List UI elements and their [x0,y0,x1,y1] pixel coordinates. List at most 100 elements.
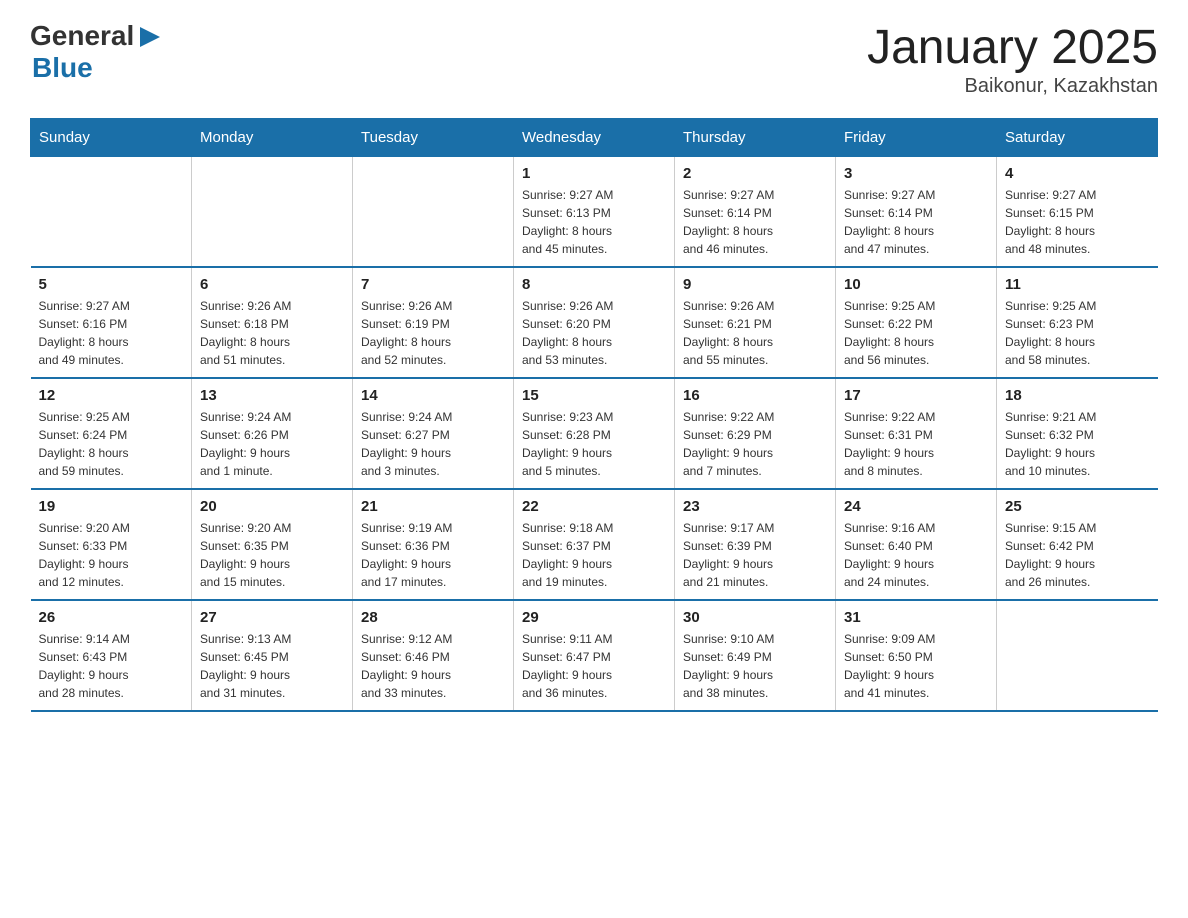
day-number: 15 [522,387,666,404]
day-number: 26 [39,609,184,626]
week-row-4: 19 Sunrise: 9:20 AMSunset: 6:33 PMDayligh… [31,489,1158,600]
column-header-friday: Friday [836,119,997,157]
calendar-cell: 22Sunrise: 9:18 AMSunset: 6:37 PMDayligh… [514,489,675,600]
calendar-cell [997,600,1158,711]
calendar-cell: 19 Sunrise: 9:20 AMSunset: 6:33 PMDayligh… [31,489,192,600]
day-number: 11 [1005,276,1150,293]
day-number: 12 [39,387,184,404]
day-number: 25 [1005,498,1150,515]
day-info: Sunrise: 9:16 AMSunset: 6:40 PMDaylight:… [844,519,988,591]
calendar-cell [31,157,192,268]
day-number: 14 [361,387,505,404]
day-info: Sunrise: 9:18 AMSunset: 6:37 PMDaylight:… [522,519,666,591]
title-section: January 2025 Baikonur, Kazakhstan [867,20,1158,98]
calendar-cell: 1 Sunrise: 9:27 AMSunset: 6:13 PMDaylight… [514,157,675,268]
column-header-thursday: Thursday [675,119,836,157]
calendar-cell: 8Sunrise: 9:26 AMSunset: 6:20 PMDaylight… [514,267,675,378]
day-number: 17 [844,387,988,404]
week-row-1: 1 Sunrise: 9:27 AMSunset: 6:13 PMDaylight… [31,157,1158,268]
day-info: Sunrise: 9:17 AMSunset: 6:39 PMDaylight:… [683,519,827,591]
day-info: Sunrise: 9:27 AMSunset: 6:14 PMDaylight:… [844,186,988,258]
calendar-cell: 27Sunrise: 9:13 AMSunset: 6:45 PMDayligh… [192,600,353,711]
calendar-cell: 31Sunrise: 9:09 AMSunset: 6:50 PMDayligh… [836,600,997,711]
calendar-cell: 2 Sunrise: 9:27 AMSunset: 6:14 PMDaylight… [675,157,836,268]
day-info: Sunrise: 9:25 AMSunset: 6:24 PMDaylight:… [39,408,184,480]
day-number: 30 [683,609,827,626]
day-number: 27 [200,609,344,626]
day-info: Sunrise: 9:27 AMSunset: 6:16 PMDaylight:… [39,297,184,369]
day-number: 4 [1005,165,1150,182]
calendar-cell: 14 Sunrise: 9:24 AMSunset: 6:27 PMDayligh… [353,378,514,489]
day-info: Sunrise: 9:24 AMSunset: 6:27 PMDaylight:… [361,408,505,480]
day-info: Sunrise: 9:27 AMSunset: 6:14 PMDaylight:… [683,186,827,258]
calendar-cell: 9 Sunrise: 9:26 AMSunset: 6:21 PMDaylight… [675,267,836,378]
calendar-table: SundayMondayTuesdayWednesdayThursdayFrid… [30,118,1158,712]
day-info: Sunrise: 9:27 AMSunset: 6:15 PMDaylight:… [1005,186,1150,258]
column-header-tuesday: Tuesday [353,119,514,157]
day-info: Sunrise: 9:27 AMSunset: 6:13 PMDaylight:… [522,186,666,258]
calendar-cell: 26Sunrise: 9:14 AMSunset: 6:43 PMDayligh… [31,600,192,711]
day-number: 19 [39,498,184,515]
day-number: 24 [844,498,988,515]
week-row-5: 26Sunrise: 9:14 AMSunset: 6:43 PMDayligh… [31,600,1158,711]
day-number: 5 [39,276,184,293]
calendar-cell: 11 Sunrise: 9:25 AMSunset: 6:23 PMDayligh… [997,267,1158,378]
location: Baikonur, Kazakhstan [867,75,1158,98]
calendar-cell: 3 Sunrise: 9:27 AMSunset: 6:14 PMDaylight… [836,157,997,268]
calendar-header-row: SundayMondayTuesdayWednesdayThursdayFrid… [31,119,1158,157]
calendar-cell: 7 Sunrise: 9:26 AMSunset: 6:19 PMDaylight… [353,267,514,378]
calendar-cell: 10Sunrise: 9:25 AMSunset: 6:22 PMDayligh… [836,267,997,378]
day-info: Sunrise: 9:24 AMSunset: 6:26 PMDaylight:… [200,408,344,480]
day-number: 29 [522,609,666,626]
calendar-cell: 12 Sunrise: 9:25 AMSunset: 6:24 PMDayligh… [31,378,192,489]
calendar-cell: 25 Sunrise: 9:15 AMSunset: 6:42 PMDayligh… [997,489,1158,600]
calendar-cell: 6 Sunrise: 9:26 AMSunset: 6:18 PMDaylight… [192,267,353,378]
day-info: Sunrise: 9:20 AMSunset: 6:33 PMDaylight:… [39,519,184,591]
day-info: Sunrise: 9:26 AMSunset: 6:21 PMDaylight:… [683,297,827,369]
day-info: Sunrise: 9:15 AMSunset: 6:42 PMDaylight:… [1005,519,1150,591]
page-header: General Blue January 2025 Baikonur, Kaza… [30,20,1158,98]
calendar-cell: 24 Sunrise: 9:16 AMSunset: 6:40 PMDayligh… [836,489,997,600]
day-number: 23 [683,498,827,515]
calendar-cell: 18 Sunrise: 9:21 AMSunset: 6:32 PMDayligh… [997,378,1158,489]
calendar-cell: 28Sunrise: 9:12 AMSunset: 6:46 PMDayligh… [353,600,514,711]
day-info: Sunrise: 9:21 AMSunset: 6:32 PMDaylight:… [1005,408,1150,480]
day-info: Sunrise: 9:22 AMSunset: 6:29 PMDaylight:… [683,408,827,480]
day-info: Sunrise: 9:25 AMSunset: 6:22 PMDaylight:… [844,297,988,369]
week-row-2: 5 Sunrise: 9:27 AMSunset: 6:16 PMDaylight… [31,267,1158,378]
logo: General Blue [30,20,164,84]
day-number: 8 [522,276,666,293]
day-number: 7 [361,276,505,293]
day-number: 20 [200,498,344,515]
day-info: Sunrise: 9:20 AMSunset: 6:35 PMDaylight:… [200,519,344,591]
calendar-cell: 16Sunrise: 9:22 AMSunset: 6:29 PMDayligh… [675,378,836,489]
day-info: Sunrise: 9:25 AMSunset: 6:23 PMDaylight:… [1005,297,1150,369]
calendar-cell [192,157,353,268]
logo-text-general: General [30,20,134,52]
calendar-cell: 5 Sunrise: 9:27 AMSunset: 6:16 PMDaylight… [31,267,192,378]
day-info: Sunrise: 9:09 AMSunset: 6:50 PMDaylight:… [844,630,988,702]
logo-triangle-icon [136,23,164,51]
day-number: 28 [361,609,505,626]
day-info: Sunrise: 9:19 AMSunset: 6:36 PMDaylight:… [361,519,505,591]
day-number: 21 [361,498,505,515]
calendar-cell: 15 Sunrise: 9:23 AMSunset: 6:28 PMDayligh… [514,378,675,489]
day-info: Sunrise: 9:26 AMSunset: 6:19 PMDaylight:… [361,297,505,369]
day-number: 13 [200,387,344,404]
day-number: 3 [844,165,988,182]
day-number: 6 [200,276,344,293]
column-header-saturday: Saturday [997,119,1158,157]
week-row-3: 12 Sunrise: 9:25 AMSunset: 6:24 PMDayligh… [31,378,1158,489]
calendar-cell: 17Sunrise: 9:22 AMSunset: 6:31 PMDayligh… [836,378,997,489]
day-number: 2 [683,165,827,182]
calendar-cell: 29 Sunrise: 9:11 AMSunset: 6:47 PMDayligh… [514,600,675,711]
calendar-cell: 21 Sunrise: 9:19 AMSunset: 6:36 PMDayligh… [353,489,514,600]
day-info: Sunrise: 9:23 AMSunset: 6:28 PMDaylight:… [522,408,666,480]
day-info: Sunrise: 9:11 AMSunset: 6:47 PMDaylight:… [522,630,666,702]
calendar-cell [353,157,514,268]
day-number: 18 [1005,387,1150,404]
day-number: 1 [522,165,666,182]
calendar-cell: 23 Sunrise: 9:17 AMSunset: 6:39 PMDayligh… [675,489,836,600]
day-number: 9 [683,276,827,293]
day-info: Sunrise: 9:26 AMSunset: 6:18 PMDaylight:… [200,297,344,369]
